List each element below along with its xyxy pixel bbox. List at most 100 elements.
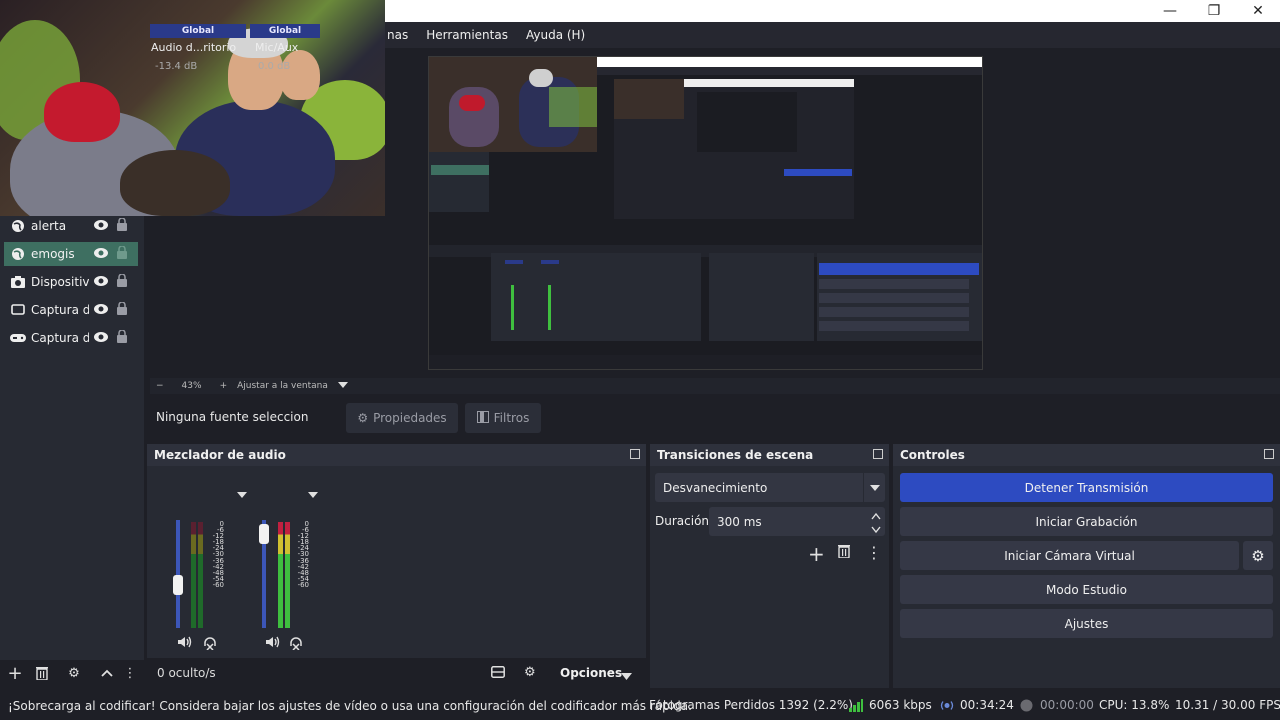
filters-label: Filtros <box>493 411 530 425</box>
duration-value: 300 ms <box>717 514 762 529</box>
add-icon[interactable]: + <box>0 663 30 684</box>
globe-icon <box>10 218 26 234</box>
eye-icon[interactable] <box>93 247 109 262</box>
lock-icon[interactable] <box>117 273 131 290</box>
float-icon[interactable] <box>630 449 640 459</box>
settings-button[interactable]: Ajustes <box>900 609 1273 638</box>
headphone-mute-icon[interactable] <box>203 636 217 650</box>
speaker-icon[interactable] <box>266 636 280 648</box>
menu-item-help[interactable]: Ayuda (H) <box>524 26 587 44</box>
chevron-down-icon[interactable] <box>337 381 348 391</box>
encoder-warning: ¡Sobrecarga al codificar! Considera baja… <box>8 699 692 713</box>
eye-icon[interactable] <box>93 303 109 318</box>
gear-icon: ⚙ <box>1251 546 1265 565</box>
channel-menu-chevron-icon[interactable] <box>237 487 247 501</box>
lock-icon[interactable] <box>117 329 131 346</box>
source-label: Captura d <box>31 303 89 317</box>
chevron-down-icon[interactable] <box>863 473 885 502</box>
duration-input[interactable]: 300 ms <box>709 507 885 536</box>
monitor-icon <box>10 302 26 318</box>
zoom-out-button[interactable]: − <box>156 381 164 391</box>
source-item-emogis[interactable]: emogis <box>4 242 138 266</box>
camera-icon <box>10 274 26 290</box>
channel-header: Global <box>150 24 246 38</box>
filters-button[interactable]: Filtros <box>465 403 541 433</box>
zoom-in-button[interactable]: + <box>220 381 228 391</box>
record-icon <box>1020 699 1033 715</box>
chevron-down-icon[interactable] <box>621 669 632 683</box>
gear-icon[interactable]: ⚙ <box>54 666 94 681</box>
chair <box>120 150 230 216</box>
cpu-usage: CPU: 13.8% <box>1099 698 1170 712</box>
studio-mode-button[interactable]: Modo Estudio <box>900 575 1273 604</box>
channel-menu-chevron-icon[interactable] <box>308 487 318 501</box>
float-icon[interactable] <box>873 449 883 459</box>
trash-icon[interactable] <box>30 666 54 680</box>
dock-title: Mezclador de audio <box>147 444 646 466</box>
maximize-button[interactable]: ❐ <box>1192 0 1236 22</box>
source-label: emogis <box>31 247 75 261</box>
meter-scale-tick: -60 <box>212 580 224 589</box>
stepper-down-icon[interactable] <box>871 523 881 537</box>
volume-knob[interactable] <box>173 575 183 596</box>
source-item-alerta[interactable]: alerta <box>4 214 138 238</box>
start-virtual-camera-button[interactable]: Iniciar Cámara Virtual <box>900 541 1239 570</box>
stepper-up-icon[interactable] <box>871 509 881 523</box>
zoom-fit-label[interactable]: Ajustar a la ventana <box>237 381 328 391</box>
more-icon[interactable]: ⋮ <box>866 543 882 562</box>
eye-icon[interactable] <box>93 275 109 290</box>
gamepad-icon <box>10 330 26 346</box>
speaker-icon[interactable] <box>178 636 192 648</box>
stop-stream-button[interactable]: Detener Transmisión <box>900 473 1273 502</box>
duration-label: Duración <box>655 514 710 528</box>
menu-item-scenes[interactable]: nas <box>385 26 410 44</box>
lock-icon[interactable] <box>117 217 131 234</box>
menu-item-tools[interactable]: Herramientas <box>424 26 510 44</box>
preview-nested-screen <box>429 57 982 369</box>
headphone-mute-icon[interactable] <box>289 636 303 650</box>
minimize-button[interactable]: — <box>1148 0 1192 22</box>
virtual-camera-settings-button[interactable]: ⚙ <box>1243 541 1273 570</box>
hidden-count: 0 oculto/s <box>157 666 216 680</box>
transition-select[interactable]: Desvanecimiento <box>655 473 885 502</box>
chevron-up-icon[interactable] <box>94 669 120 677</box>
trash-icon[interactable] <box>838 544 850 558</box>
start-recording-button[interactable]: Iniciar Grabación <box>900 507 1273 536</box>
volume-slider[interactable] <box>176 520 180 628</box>
broadcast-icon <box>940 699 954 715</box>
volume-knob[interactable] <box>259 524 269 545</box>
properties-label: Propiedades <box>373 411 447 425</box>
channel-db: 0.0 dB <box>258 61 291 72</box>
gear-icon[interactable]: ⚙ <box>524 665 536 680</box>
properties-button[interactable]: ⚙ Propiedades <box>346 403 458 433</box>
float-icon[interactable] <box>1264 449 1274 459</box>
source-item-captura-1[interactable]: Captura d <box>4 298 138 322</box>
channel-name: Audio d...ritorio <box>151 41 237 54</box>
level-meter <box>198 522 203 628</box>
source-label: Captura d <box>31 331 89 345</box>
more-icon[interactable]: ⋮ <box>120 666 140 681</box>
dock-title: Controles <box>893 444 1280 466</box>
source-item-captura-2[interactable]: Captura d <box>4 326 138 350</box>
stream-preview[interactable] <box>428 56 983 370</box>
globe-icon <box>10 246 26 262</box>
source-label: alerta <box>31 219 67 233</box>
no-source-label: Ninguna fuente seleccionada <box>156 410 308 424</box>
mixer-toolbar: 0 oculto/s ⚙ Opciones <box>147 658 646 688</box>
eye-icon[interactable] <box>93 219 109 234</box>
channel-db: -13.4 dB <box>155 61 198 72</box>
zoom-bar: − 43% + Ajustar a la ventana <box>150 378 1280 394</box>
channel-name: Mic/Aux <box>255 41 299 54</box>
layout-icon[interactable] <box>491 666 505 678</box>
eye-icon[interactable] <box>93 331 109 346</box>
sources-toolbar: + ⚙ ⋮ <box>0 658 146 688</box>
filter-icon <box>476 410 489 426</box>
source-item-dispositivo[interactable]: Dispositiv <box>4 270 138 294</box>
recording-time: 00:00:00 <box>1040 698 1094 712</box>
close-button[interactable]: ✕ <box>1236 0 1280 22</box>
person-right-hand <box>280 50 320 100</box>
add-icon[interactable]: + <box>808 542 825 566</box>
lock-icon[interactable] <box>117 301 131 318</box>
options-button[interactable]: Opciones <box>560 666 622 680</box>
lock-icon[interactable] <box>117 245 131 262</box>
